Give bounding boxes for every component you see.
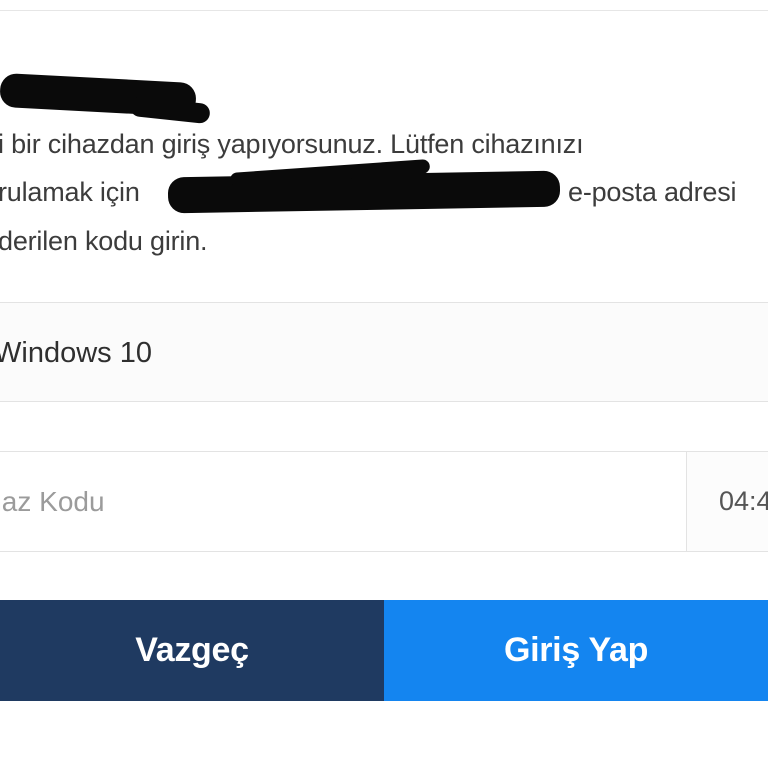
- message-line-2-prefix: rulamak için: [0, 177, 140, 207]
- message-line-2-suffix: e-posta adresi: [568, 177, 737, 207]
- cancel-button[interactable]: Vazgeç: [0, 600, 384, 701]
- device-code-input[interactable]: [0, 452, 686, 551]
- device-code-row: 04:4: [0, 451, 768, 552]
- message-line-3: derilen kodu girin.: [0, 226, 208, 256]
- device-name-field: Windows 10: [0, 302, 768, 402]
- redacted-greeting-tail: [129, 95, 211, 125]
- message-line-1: i bir cihazdan giriş yapıyorsunuz. Lütfe…: [0, 129, 584, 159]
- countdown-timer-text: 04:4: [719, 486, 768, 516]
- device-name: Windows 10: [0, 337, 152, 369]
- verification-message: i bir cihazdan giriş yapıyorsunuz. Lütfe…: [0, 0, 768, 300]
- countdown-timer: 04:4: [686, 452, 768, 551]
- login-button[interactable]: Giriş Yap: [384, 600, 768, 701]
